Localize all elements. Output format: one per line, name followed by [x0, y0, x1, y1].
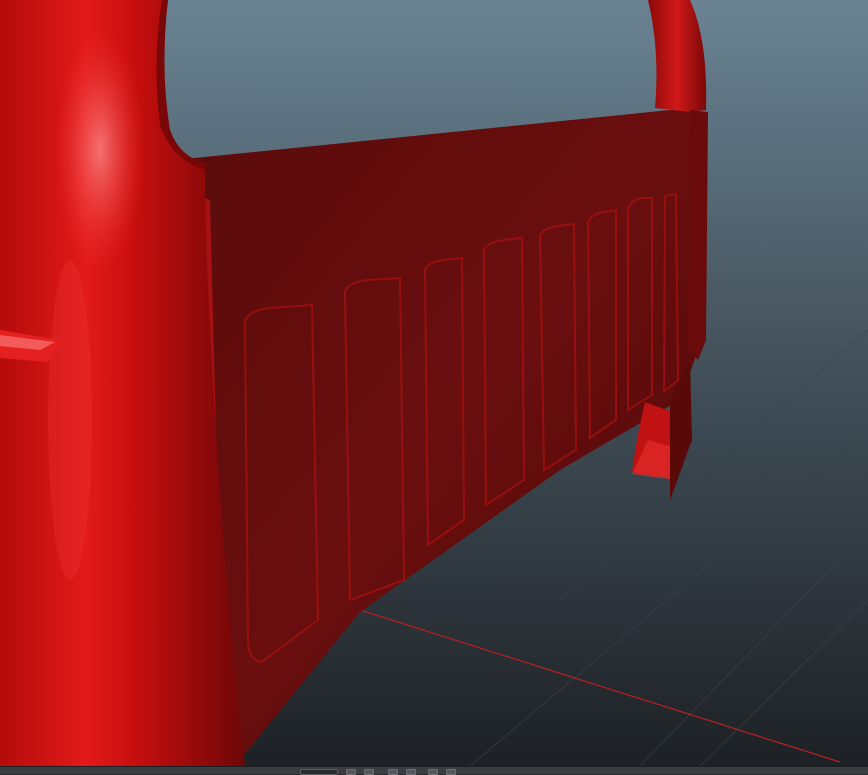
viewport-scene [0, 0, 868, 766]
play-backward-icon[interactable] [388, 769, 398, 775]
right-edge [688, 110, 708, 360]
timeline-bar [0, 766, 868, 775]
go-to-end-icon[interactable] [446, 769, 456, 775]
3d-viewport[interactable] [0, 0, 868, 766]
step-forward-icon[interactable] [428, 769, 438, 775]
reflection-streak [48, 260, 92, 580]
play-forward-icon[interactable] [406, 769, 416, 775]
step-back-icon[interactable] [364, 769, 374, 775]
frame-field[interactable] [300, 769, 338, 775]
reflection-highlight [55, 30, 145, 270]
go-to-start-icon[interactable] [346, 769, 356, 775]
